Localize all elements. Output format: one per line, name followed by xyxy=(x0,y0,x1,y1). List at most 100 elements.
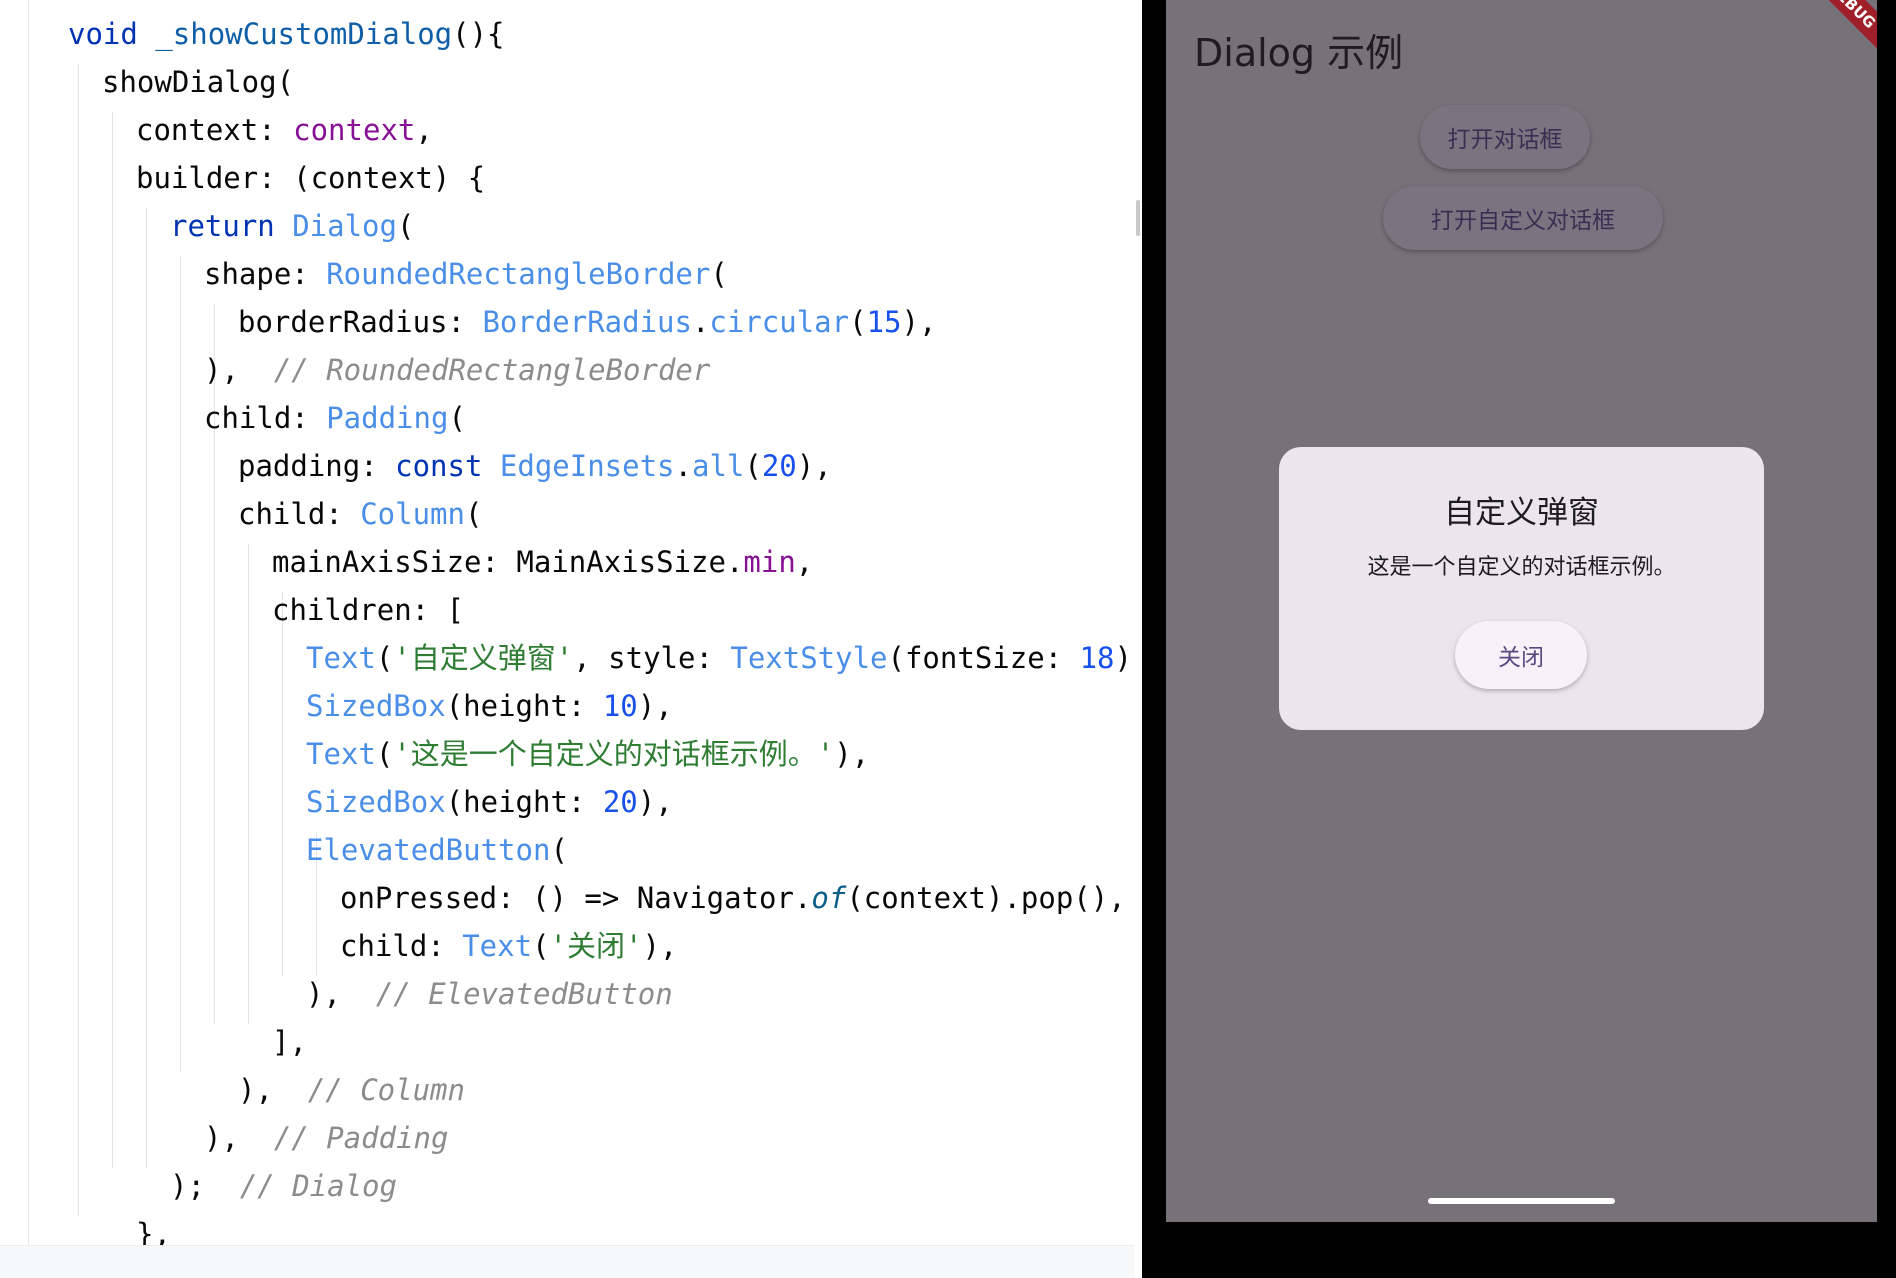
code-token: child: xyxy=(340,929,463,963)
code-line[interactable]: child: Padding( xyxy=(204,394,466,442)
code-token: BorderRadius xyxy=(482,305,692,339)
app-bar-title: Dialog 示例 xyxy=(1194,31,1404,75)
code-token: . xyxy=(674,449,692,483)
code-token: of xyxy=(811,881,847,915)
code-line[interactable]: Text('自定义弹窗', style: TextStyle(fontSize:… xyxy=(306,634,1134,682)
code-line[interactable]: SizedBox(height: 20), xyxy=(306,778,673,826)
code-token: child: xyxy=(204,401,327,435)
code-token: (height: xyxy=(445,785,603,819)
code-token: }, xyxy=(136,1217,171,1245)
code-token: EdgeInsets xyxy=(499,449,675,483)
code-token: ( xyxy=(448,401,466,435)
indent-guide xyxy=(146,208,147,1168)
code-line[interactable]: ), // RoundedRectangleBorder xyxy=(204,346,710,394)
code-token: 10 xyxy=(602,689,638,723)
code-token: ), xyxy=(796,449,832,483)
code-token: circular xyxy=(709,305,850,339)
code-token: ( xyxy=(375,737,394,771)
code-token: // Padding xyxy=(273,1121,449,1155)
code-token: ( xyxy=(396,209,415,243)
code-token: ), xyxy=(834,737,870,771)
code-line[interactable]: ElevatedButton( xyxy=(306,826,568,874)
code-line[interactable]: shape: RoundedRectangleBorder( xyxy=(204,250,728,298)
code-line[interactable]: onPressed: () => Navigator.of(context).p… xyxy=(340,874,1126,922)
code-token: '关闭' xyxy=(549,929,643,963)
code-token: children: [ xyxy=(272,593,465,627)
code-token: ( xyxy=(464,497,483,531)
code-line[interactable]: padding: const EdgeInsets.all(20), xyxy=(238,442,832,490)
code-token: _showCustomDialog xyxy=(155,17,453,51)
code-token: )), xyxy=(1114,641,1135,675)
code-line[interactable]: children: [ xyxy=(272,586,464,634)
code-token: ( xyxy=(710,257,728,291)
indent-guide xyxy=(180,256,181,1072)
code-token: 20 xyxy=(602,785,638,819)
code-token: , xyxy=(415,113,433,147)
code-token: ( xyxy=(744,449,762,483)
splitter[interactable] xyxy=(1134,0,1142,1278)
home-indicator[interactable] xyxy=(1428,1198,1615,1204)
code-line[interactable]: Text('这是一个自定义的对话框示例。'), xyxy=(306,730,869,778)
code-token: ); xyxy=(170,1169,240,1203)
code-token: SizedBox xyxy=(306,785,446,819)
dialog-message: 这是一个自定义的对话框示例。 xyxy=(1367,555,1676,580)
code-token: Text xyxy=(462,929,533,963)
code-line[interactable]: ), // Column xyxy=(238,1066,465,1114)
code-token: child: xyxy=(238,497,361,531)
code-line[interactable]: ), // ElevatedButton xyxy=(306,970,673,1018)
code-token: all xyxy=(691,449,745,483)
code-area[interactable]: void _showCustomDialog(){ showDialog( cont… xyxy=(0,10,1134,1245)
code-token: mainAxisSize: MainAxisSize. xyxy=(272,545,744,579)
code-line[interactable]: builder: (context) { xyxy=(136,154,485,202)
code-token: ElevatedButton xyxy=(306,833,551,867)
code-token: , style: xyxy=(573,641,731,675)
close-button[interactable]: 关闭 xyxy=(1455,621,1587,689)
code-token: ), xyxy=(901,305,937,339)
code-token: ( xyxy=(375,641,394,675)
code-token: ), xyxy=(204,353,274,387)
code-line[interactable]: borderRadius: BorderRadius.circular(15), xyxy=(238,298,936,346)
code-token: context xyxy=(293,113,416,147)
code-token: Text xyxy=(306,641,376,675)
indent-guide xyxy=(78,64,79,1216)
code-token: ), xyxy=(637,689,673,723)
code-line[interactable]: }, xyxy=(136,1210,171,1245)
code-token: ), xyxy=(637,785,673,819)
open-dialog-button[interactable]: 打开对话框 xyxy=(1420,105,1590,169)
code-line[interactable]: SizedBox(height: 10), xyxy=(306,682,673,730)
code-line[interactable]: ), // Padding xyxy=(204,1114,448,1162)
code-line[interactable]: context: context, xyxy=(136,106,433,154)
code-token: SizedBox xyxy=(306,689,446,723)
code-line[interactable]: showDialog( xyxy=(102,58,294,106)
code-token: ], xyxy=(272,1025,307,1059)
code-line[interactable]: ], xyxy=(272,1018,307,1066)
open-custom-dialog-button[interactable]: 打开自定义对话框 xyxy=(1383,186,1663,250)
code-token: ), xyxy=(306,977,376,1011)
code-token: builder: (context) { xyxy=(136,161,486,195)
phone-screen: Dialog 示例 打开对话框 打开自定义对话框 DEBUG 自定义弹窗 这是一… xyxy=(1166,0,1877,1222)
code-line[interactable]: ); // Dialog xyxy=(170,1162,397,1210)
code-token: return xyxy=(170,209,293,243)
code-token: ), xyxy=(642,929,678,963)
code-token: 15 xyxy=(866,305,902,339)
code-token: '这是一个自定义的对话框示例。' xyxy=(393,737,835,771)
code-line[interactable]: mainAxisSize: MainAxisSize.min, xyxy=(272,538,813,586)
code-token: (height: xyxy=(445,689,603,723)
code-token: // RoundedRectangleBorder xyxy=(273,353,711,387)
code-line[interactable]: child: Column( xyxy=(238,490,482,538)
code-token: Text xyxy=(306,737,376,771)
code-editor[interactable]: void _showCustomDialog(){ showDialog( cont… xyxy=(0,0,1134,1278)
code-token: ), xyxy=(204,1121,274,1155)
code-token: void xyxy=(68,17,156,51)
code-line[interactable]: return Dialog( xyxy=(170,202,414,250)
code-token: RoundedRectangleBorder xyxy=(326,257,711,291)
code-token: ( xyxy=(550,833,568,867)
code-token: Padding xyxy=(326,401,449,435)
splitter-handle[interactable] xyxy=(1136,200,1140,236)
code-line[interactable]: void _showCustomDialog(){ xyxy=(68,10,505,58)
code-line[interactable]: child: Text('关闭'), xyxy=(340,922,677,970)
code-token: showDialog( xyxy=(102,65,295,99)
code-token: (fontSize: xyxy=(887,641,1080,675)
code-token: ( xyxy=(849,305,867,339)
code-token: min xyxy=(743,545,796,579)
